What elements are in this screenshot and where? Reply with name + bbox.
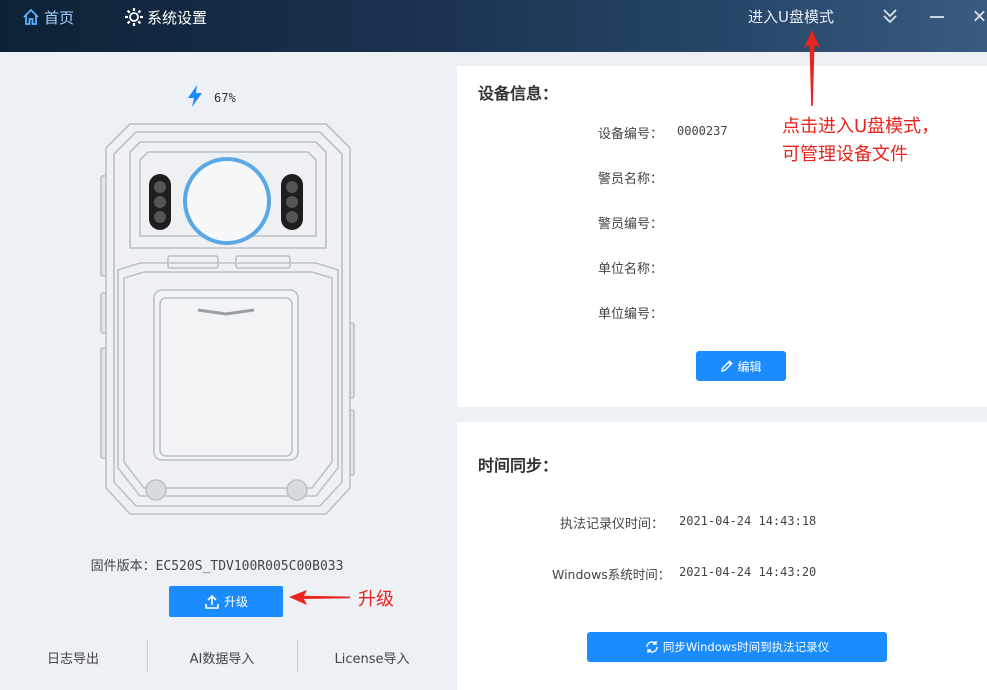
unit-name-label: 单位名称：	[598, 262, 664, 277]
battery-percent: 67%	[214, 91, 236, 105]
windows-time-label: Windows系统时间：	[552, 567, 671, 582]
u-disk-mode-button[interactable]: 进入U盘模式	[748, 6, 834, 27]
refresh-icon	[646, 641, 658, 653]
nav-settings[interactable]: 系统设置	[123, 6, 207, 28]
annotation-arrow-left	[289, 590, 350, 605]
divider	[297, 640, 298, 672]
log-export-link[interactable]: 日志导出	[36, 648, 110, 667]
edit-button[interactable]: 编辑	[696, 351, 786, 381]
device-illustration	[100, 123, 355, 515]
nav-home-label: 首页	[44, 8, 75, 27]
firmware-version: 固件版本：EC520S_TDV100R005C00B033	[0, 555, 434, 574]
recorder-time-label: 执法记录仪时间：	[560, 517, 665, 532]
close-icon[interactable]	[970, 5, 987, 27]
divider	[147, 640, 148, 672]
annotation-arrow-up	[804, 30, 820, 106]
lightning-icon	[186, 84, 204, 112]
upload-icon	[205, 594, 219, 609]
device-id-value: 0000237	[677, 124, 728, 138]
firmware-label: 固件版本：	[90, 559, 156, 574]
ai-data-import-link[interactable]: AI数据导入	[172, 648, 272, 667]
battery-indicator: 67%	[186, 84, 236, 112]
device-info-title: 设备信息：	[478, 84, 559, 103]
upgrade-button[interactable]: 升级	[169, 586, 283, 617]
minimize-icon[interactable]	[926, 5, 948, 27]
upgrade-button-label: 升级	[223, 595, 248, 609]
title-bar: 首页 系统设置 进入U盘模式	[0, 0, 987, 52]
u-mode-annotation: 点击进入U盘模式， 可管理设备文件	[782, 113, 939, 169]
edit-button-label: 编辑	[737, 359, 762, 374]
device-id-label: 设备编号：	[598, 127, 664, 142]
windows-time-value: 2021-04-24 14:43:20	[679, 565, 817, 579]
firmware-value: EC520S_TDV100R005C00B033	[155, 559, 344, 574]
recorder-time-value: 2021-04-24 14:43:18	[679, 514, 817, 528]
time-sync-panel: 时间同步： 执法记录仪时间： 2021-04-24 14:43:18 Windo…	[457, 422, 987, 690]
officer-id-label: 警员编号：	[598, 217, 664, 232]
unit-id-label: 单位编号：	[598, 307, 664, 322]
bottom-links: 日志导出 AI数据导入 License导入	[0, 640, 444, 674]
sync-time-button-label: 同步Windows时间到执法记录仪	[662, 640, 830, 654]
nav-settings-label: 系统设置	[147, 8, 208, 27]
pencil-icon	[721, 360, 734, 372]
home-icon	[20, 6, 42, 28]
license-import-link[interactable]: License导入	[318, 648, 426, 667]
nav-home[interactable]: 首页	[20, 6, 74, 28]
gear-icon	[123, 6, 145, 28]
u-mode-annotation-line1: 点击进入U盘模式，	[782, 116, 940, 137]
u-mode-annotation-line2: 可管理设备文件	[782, 144, 908, 165]
officer-name-label: 警员名称：	[598, 172, 664, 187]
collapse-icon[interactable]	[879, 5, 901, 27]
sync-time-button[interactable]: 同步Windows时间到执法记录仪	[587, 632, 887, 662]
time-sync-title: 时间同步：	[478, 456, 559, 475]
upgrade-annotation: 升级	[358, 589, 394, 610]
